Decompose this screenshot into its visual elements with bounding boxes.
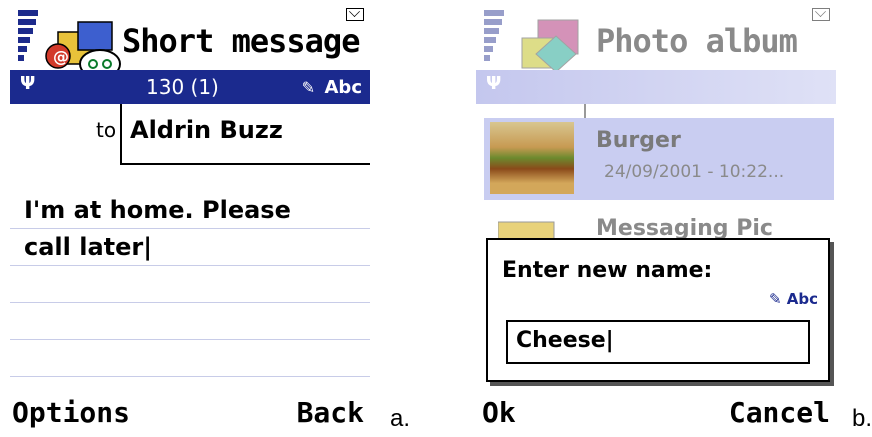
text-input-icon: ✎ [768,290,787,308]
ok-softkey[interactable]: Ok [482,396,516,429]
to-field-underline [120,163,370,165]
screen-title: Short message [122,22,360,60]
antenna-icon: Ψ [20,73,36,94]
input-mode-indicator: Abc [324,77,363,98]
recipient-field[interactable]: Aldrin Buzz [130,116,283,144]
name-input[interactable]: Cheese| [506,320,810,364]
signal-strength-icon [484,10,506,70]
status-bar: Ψ 130 (1) ✎ Abc [10,70,370,104]
svg-text:@: @ [53,47,69,66]
character-counter: 130 (1) [146,75,219,99]
signal-strength-icon [18,10,40,70]
input-mode-label: Abc [786,290,818,308]
photo-album-app-icon [521,19,579,73]
cancel-softkey[interactable]: Cancel [729,396,830,429]
message-body-input[interactable]: I'm at home. Please call later| [24,192,291,266]
list-divider [584,104,586,118]
back-softkey[interactable]: Back [297,396,364,429]
figure-caption-a: a. [390,405,411,432]
to-field-divider [120,104,122,164]
message-line-1: I'm at home. Please [24,196,291,224]
status-bar: Ψ [476,70,836,104]
message-indicator-icon [346,8,364,21]
name-input-value: Cheese| [516,328,614,353]
folder-icon [498,221,555,240]
message-line-2: call later| [24,233,153,261]
rename-dialog: Enter new name: ✎ Abc Cheese| [486,238,830,382]
figure-caption-b: b. [852,405,872,432]
screen-title: Photo album [596,22,798,60]
input-mode-indicator: ✎ Abc [769,290,818,308]
list-item-title: Burger [596,128,681,153]
options-softkey[interactable]: Options [12,396,130,429]
burger-thumbnail [490,122,574,194]
text-input-icon: ✎ [301,78,315,97]
dialog-prompt: Enter new name: [502,258,713,283]
message-indicator-icon [812,8,830,21]
list-item-date: 24/09/2001 - 10:22... [604,162,785,182]
antenna-icon: Ψ [486,73,502,94]
photo-album-screen: Photo album Ψ Burger 24/09/2001 - 10:22.… [476,0,836,437]
to-label: to [96,118,117,142]
short-message-screen: @ Short message Ψ 130 (1) ✎ Abc to Aldri… [10,0,370,437]
